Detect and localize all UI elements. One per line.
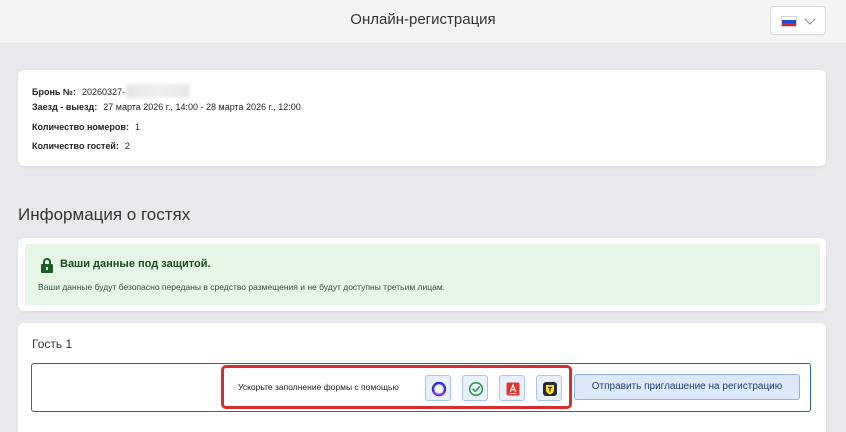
booking-number-value: 20260327-	[81, 87, 126, 97]
booking-dates-value: 27 марта 2026 г., 14:00 - 28 марта 2026 …	[103, 102, 301, 112]
alice-icon	[431, 381, 447, 397]
alfa-bank-icon	[506, 382, 520, 396]
send-invitation-button[interactable]: Отправить приглашение на регистрацию	[574, 374, 800, 400]
security-notice-text: Ваши данные будут безопасно переданы в с…	[38, 282, 446, 292]
booking-number-row: Бронь №: 20260327-	[32, 84, 191, 98]
booking-number-label: Бронь №:	[32, 87, 76, 97]
booking-guests-label: Количество гостей:	[32, 141, 119, 151]
booking-dates-row: Заезд - выезд: 27 марта 2026 г., 14:00 - …	[32, 102, 301, 112]
security-notice: Ваши данные под защитой. Ваши данные буд…	[25, 244, 820, 305]
top-bar: Онлайн-регистрация	[0, 0, 846, 44]
booking-dates-label: Заезд - выезд:	[32, 102, 98, 112]
russian-flag-icon	[781, 16, 797, 27]
tinkoff-shield-icon	[543, 382, 557, 396]
guest-title: Гость 1	[32, 337, 73, 351]
check-login-button[interactable]	[462, 375, 488, 401]
redacted-blur	[126, 84, 191, 98]
check-circle-icon	[468, 381, 484, 397]
booking-rooms-value: 1	[134, 122, 140, 132]
security-notice-card: Ваши данные под защитой. Ваши данные буд…	[18, 238, 826, 311]
booking-rooms-row: Количество номеров: 1	[32, 122, 140, 132]
guests-section-title: Информация о гостях	[18, 205, 191, 224]
booking-guests-row: Количество гостей: 2	[32, 141, 130, 151]
security-notice-title: Ваши данные под защитой.	[60, 258, 211, 270]
booking-rooms-label: Количество номеров:	[32, 122, 129, 132]
alfa-bank-login-button[interactable]	[499, 375, 525, 401]
booking-info-card: Бронь №: 20260327- Заезд - выезд: 27 марта…	[18, 70, 826, 166]
page-title: Онлайн-регистрация	[350, 11, 496, 28]
chevron-down-icon	[804, 13, 816, 25]
language-selector[interactable]	[770, 6, 826, 35]
quick-fill-label: Ускорьте заполнение формы с помощью	[238, 382, 399, 392]
booking-guests-value: 2	[124, 141, 130, 151]
alice-login-button[interactable]	[425, 375, 451, 401]
tinkoff-login-button[interactable]	[536, 375, 562, 401]
lock-icon	[41, 258, 53, 273]
